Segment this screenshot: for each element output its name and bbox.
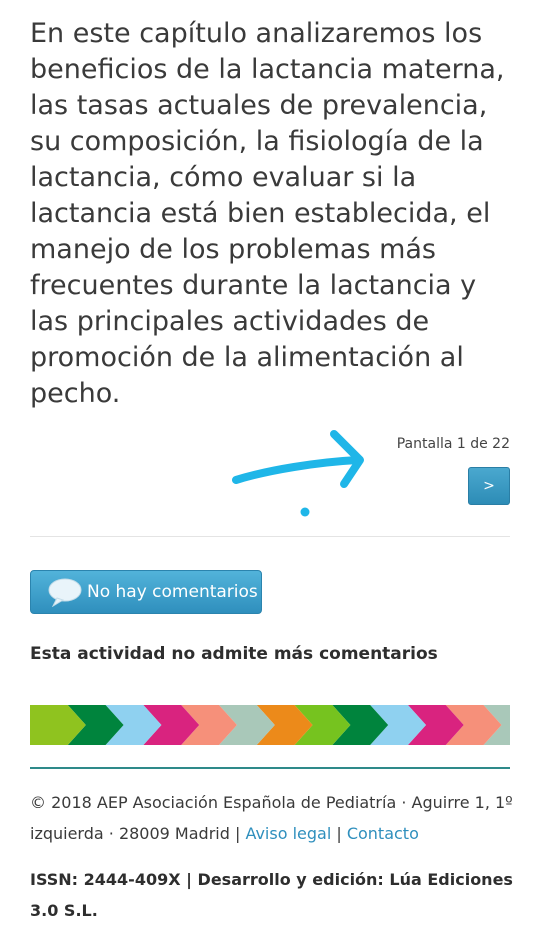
legal-notice-link[interactable]: Aviso legal [245,824,331,843]
comments-button[interactable]: No hay comentarios [30,570,262,614]
footer-address: © 2018 AEP Asociación Española de Pediat… [30,787,520,849]
contact-link[interactable]: Contacto [347,824,419,843]
hand-drawn-arrow-annotation [232,430,364,517]
comments-closed-notice: Esta actividad no admite más comentarios [30,644,438,664]
comments-button-label: No hay comentarios [87,582,258,602]
section-divider [30,536,510,537]
decorative-chevron-banner [30,705,510,745]
footer-divider [30,767,510,769]
screen-counter: Pantalla 1 de 22 [396,436,510,452]
chapter-intro-text: En este capítulo analizaremos los benefi… [30,18,505,409]
next-screen-button[interactable]: > [468,467,510,505]
footer-separator: | [331,824,347,843]
footer-issn: ISSN: 2444-409X | Desarrollo y edición: … [30,870,513,920]
speech-bubble-icon [48,578,82,607]
